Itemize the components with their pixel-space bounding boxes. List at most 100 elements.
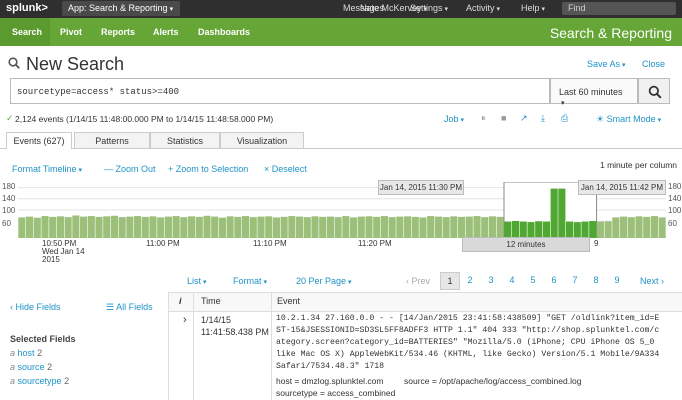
field-item-host[interactable]: a host 2 (10, 348, 42, 358)
timeline-bar[interactable] (265, 216, 273, 238)
timeline-bar[interactable] (465, 216, 473, 238)
list-view-menu[interactable]: List ▾ (187, 276, 207, 286)
timeline-bar[interactable] (33, 217, 41, 238)
timeline-bar[interactable] (535, 221, 543, 238)
timeline-bar[interactable] (458, 216, 466, 238)
timeline-bar[interactable] (419, 217, 427, 238)
timeline-bar[interactable] (373, 216, 381, 238)
timeline-bar[interactable] (134, 216, 142, 238)
timeline-bar[interactable] (365, 216, 373, 238)
timeline-bars[interactable] (18, 182, 666, 238)
tab-events[interactable]: Events (627) (6, 132, 72, 149)
timeline-bar[interactable] (627, 217, 635, 238)
timeline-bar[interactable] (388, 217, 396, 238)
timeline-bar[interactable] (643, 216, 651, 238)
field-item-source[interactable]: a source 2 (10, 362, 52, 372)
page-number[interactable]: 4 (503, 272, 521, 288)
timeline-bar[interactable] (180, 217, 188, 238)
timeline-bar[interactable] (550, 188, 558, 238)
timeline-bar[interactable] (620, 216, 628, 238)
tab-patterns[interactable]: Patterns (74, 132, 150, 148)
zoom-out-button[interactable]: — Zoom Out (104, 164, 156, 174)
timeline-bar[interactable] (311, 216, 319, 238)
timeline-bar[interactable] (80, 216, 88, 238)
timeline-bar[interactable] (558, 188, 566, 238)
share-icon[interactable]: ↗ (520, 113, 528, 124)
timeline-bar[interactable] (234, 216, 242, 238)
timeline-bar[interactable] (404, 216, 412, 238)
timeline-bar[interactable] (195, 216, 203, 238)
run-search-button[interactable] (638, 78, 670, 104)
all-fields-link[interactable]: ☰ All Fields (106, 302, 153, 313)
search-mode-menu[interactable]: ☀ Smart Mode ▾ (596, 114, 661, 125)
stop-icon[interactable]: ■ (501, 113, 506, 123)
timeline-bar[interactable] (172, 216, 180, 238)
timeline-bar[interactable] (527, 222, 535, 238)
timeline-bar[interactable] (504, 221, 512, 238)
timeline-bar[interactable] (257, 216, 265, 238)
timeline-bar[interactable] (249, 217, 257, 238)
page-number[interactable]: 7 (566, 272, 584, 288)
timeline-bar[interactable] (488, 216, 496, 238)
settings-menu[interactable]: Settings ▾ (410, 3, 448, 13)
timeline-bar[interactable] (118, 217, 126, 238)
timeline-bar[interactable] (450, 216, 458, 238)
timeline-bar[interactable] (512, 220, 520, 238)
format-menu[interactable]: Format ▾ (233, 276, 267, 286)
nav-search[interactable]: Search (12, 27, 42, 37)
save-as-menu[interactable]: Save As ▾ (587, 59, 626, 69)
export-icon[interactable]: ⤓ (541, 113, 545, 124)
timeline-bar[interactable] (126, 216, 134, 238)
page-number[interactable]: 3 (482, 272, 500, 288)
timeline-bar[interactable] (218, 217, 226, 238)
timeline-bar[interactable] (164, 216, 172, 238)
timeline-bar[interactable] (473, 216, 481, 238)
timeline-bar[interactable] (141, 216, 149, 238)
timeline-bar[interactable] (95, 216, 103, 238)
page-number[interactable]: 8 (587, 272, 605, 288)
job-menu[interactable]: Job ▾ (444, 114, 464, 124)
timeline-bar[interactable] (56, 216, 64, 238)
timeline-bar[interactable] (650, 216, 658, 238)
timeline-bar[interactable] (226, 216, 234, 238)
event-field-sourcetype[interactable]: sourcetype = access_combined (276, 388, 395, 398)
field-item-sourcetype[interactable]: a sourcetype 2 (10, 376, 69, 386)
expand-row-icon[interactable]: › (183, 314, 187, 326)
timeline-bar[interactable] (411, 216, 419, 238)
splunk-logo[interactable]: splunk> (6, 2, 48, 14)
prev-page-button[interactable]: ‹ Prev (406, 276, 430, 286)
timeline-bar[interactable] (72, 215, 80, 238)
timeline-bar[interactable] (589, 220, 597, 238)
timeline-bar[interactable] (357, 216, 365, 238)
timeline-bar[interactable] (87, 216, 95, 238)
timeline-bar[interactable] (566, 221, 574, 238)
format-timeline-menu[interactable]: Format Timeline ▾ (12, 164, 82, 174)
timeline-bar[interactable] (380, 216, 388, 238)
timeline-bar[interactable] (211, 216, 219, 238)
pause-icon[interactable]: ⏸ (481, 113, 486, 124)
timeline-bar[interactable] (203, 215, 211, 238)
time-range-picker[interactable]: Last 60 minutes ▾ (550, 78, 638, 107)
timeline-bar[interactable] (496, 216, 504, 238)
timeline-bar[interactable] (596, 221, 604, 238)
timeline-bar[interactable] (303, 217, 311, 238)
next-page-button[interactable]: Next › (640, 276, 664, 286)
page-number[interactable]: 1 (440, 272, 460, 290)
tab-statistics[interactable]: Statistics (150, 132, 220, 148)
event-field-source[interactable]: source = /opt/apache/log/access_combined… (404, 376, 581, 386)
help-menu[interactable]: Help ▾ (521, 3, 545, 13)
timeline-bar[interactable] (612, 217, 620, 238)
page-number[interactable]: 5 (524, 272, 542, 288)
nav-pivot[interactable]: Pivot (60, 27, 82, 37)
event-raw-text[interactable]: 10.2.1.34 27.160.0.0 - - [14/Jan/2015 23… (276, 313, 680, 373)
nav-reports[interactable]: Reports (101, 27, 135, 37)
timeline-bar[interactable] (326, 216, 334, 238)
app-menu[interactable]: App: Search & Reporting ▾ (68, 3, 173, 13)
timeline-bar[interactable] (149, 216, 157, 238)
timeline-bar[interactable] (157, 217, 165, 238)
timeline-bar[interactable] (481, 217, 489, 238)
timeline-bar[interactable] (319, 216, 327, 238)
search-query-input[interactable]: sourcetype=access* status>=400 (10, 78, 550, 104)
timeline-bar[interactable] (442, 217, 450, 238)
timeline-bar[interactable] (434, 216, 442, 238)
